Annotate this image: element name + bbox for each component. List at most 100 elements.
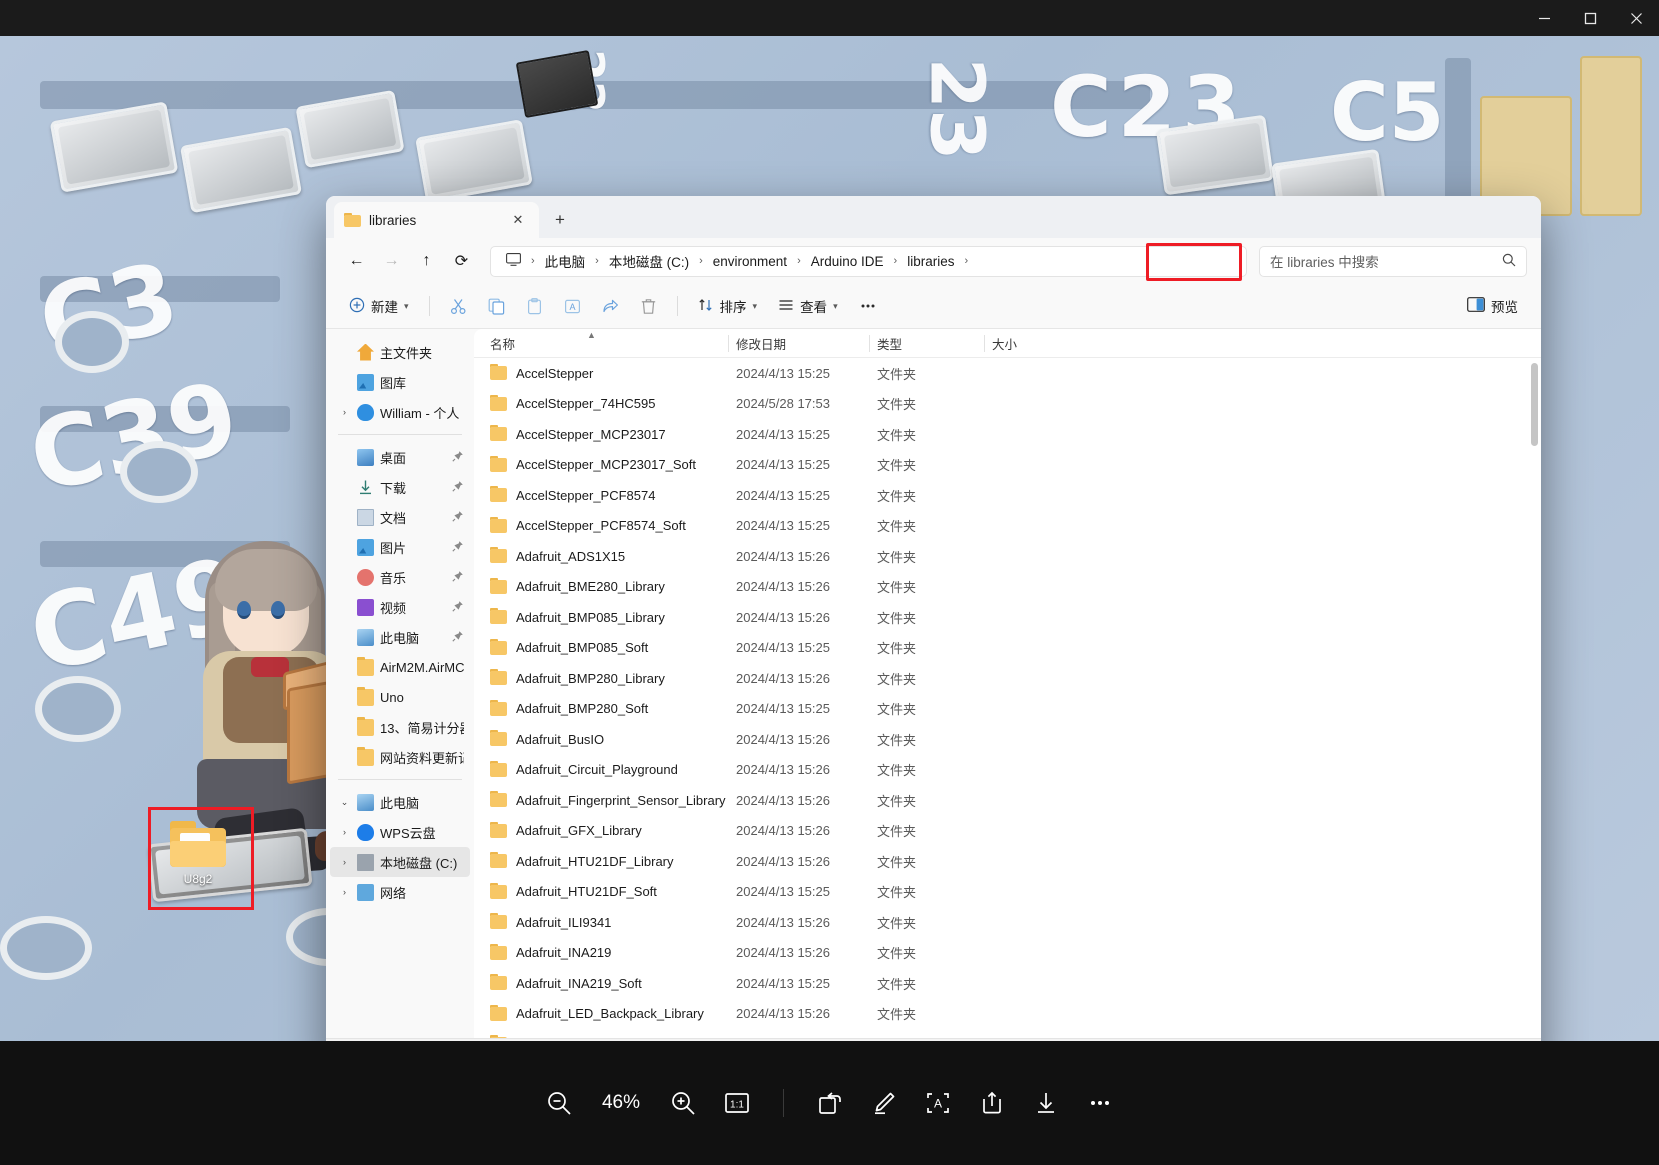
breadcrumb-item-this-pc[interactable]: 此电脑	[538, 248, 593, 274]
search-input[interactable]: 在 libraries 中搜索	[1259, 246, 1527, 277]
table-row[interactable]: Adafruit_INA219_Soft2024/4/13 15:25文件夹	[474, 968, 1541, 999]
table-row[interactable]: AccelStepper_PCF85742024/4/13 15:25文件夹	[474, 480, 1541, 511]
sidebar-item-home[interactable]: 主文件夹	[330, 337, 470, 367]
share-button[interactable]	[593, 290, 628, 322]
file-name-cell[interactable]: AccelStepper_PCF8574	[482, 488, 728, 503]
breadcrumb-item-libraries[interactable]: libraries	[900, 251, 961, 272]
file-name-cell[interactable]: Adafruit_LED_Backpack_Library	[482, 1006, 728, 1021]
image-canvas[interactable]: C23 23 C5 C3 C39 C49 22	[0, 36, 1659, 1041]
sidebar-item-drive[interactable]: ›本地磁盘 (C:)	[330, 847, 470, 877]
more-options-icon[interactable]	[1078, 1081, 1122, 1125]
minimize-button[interactable]	[1521, 0, 1567, 36]
table-row[interactable]: Adafruit_Circuit_Playground2024/4/13 15:…	[474, 755, 1541, 786]
close-button[interactable]	[1613, 0, 1659, 36]
sidebar-item-desktop[interactable]: 桌面	[330, 442, 470, 472]
table-row[interactable]: AccelStepper_PCF8574_Soft2024/4/13 15:25…	[474, 511, 1541, 542]
table-row[interactable]: AccelStepper_MCP23017_Soft2024/4/13 15:2…	[474, 450, 1541, 481]
pin-icon[interactable]	[452, 510, 464, 525]
file-name-cell[interactable]: Adafruit_BMP085_Soft	[482, 640, 728, 655]
file-list-scrollbar[interactable]	[1530, 363, 1539, 1023]
scrollbar-thumb[interactable]	[1531, 363, 1538, 446]
file-list-pane[interactable]: 名称 修改日期 类型 大小 ▲ AccelStepper2024/	[474, 329, 1541, 1038]
table-row[interactable]: Adafruit_BME280_Library2024/4/13 15:26文件…	[474, 572, 1541, 603]
sidebar-item-folder[interactable]: Uno	[330, 682, 470, 712]
table-row[interactable]: Adafruit_HTU21DF_Soft2024/4/13 15:25文件夹	[474, 877, 1541, 908]
forward-button[interactable]: →	[375, 246, 408, 277]
more-options-button[interactable]	[850, 290, 886, 322]
pin-icon[interactable]	[452, 450, 464, 465]
table-row[interactable]: AccelStepper_74HC5952024/5/28 17:53文件夹	[474, 389, 1541, 420]
table-row[interactable]: AccelStepper_MCP230172024/4/13 15:25文件夹	[474, 419, 1541, 450]
back-button[interactable]: ←	[340, 246, 373, 277]
table-row[interactable]: Adafruit_BMP280_Soft2024/4/13 15:25文件夹	[474, 694, 1541, 725]
sidebar-item-pictures[interactable]: 图片	[330, 532, 470, 562]
breadcrumb-item-local-disk[interactable]: 本地磁盘 (C:)	[602, 248, 696, 274]
search-icon[interactable]	[1502, 253, 1516, 270]
pin-icon[interactable]	[452, 540, 464, 555]
table-row[interactable]: Adafruit_ILI93412024/4/13 15:26文件夹	[474, 907, 1541, 938]
download-icon[interactable]	[1024, 1081, 1068, 1125]
file-name-cell[interactable]: Adafruit_MCP9808_Library	[482, 1037, 728, 1038]
sidebar-item-video[interactable]: 视频	[330, 592, 470, 622]
expand-chevron-icon[interactable]: ⌄	[338, 797, 351, 808]
table-row[interactable]: Adafruit_ADS1X152024/4/13 15:26文件夹	[474, 541, 1541, 572]
rotate-icon[interactable]	[808, 1081, 852, 1125]
file-name-cell[interactable]: Adafruit_Circuit_Playground	[482, 762, 728, 777]
table-row[interactable]: Adafruit_Fingerprint_Sensor_Library2024/…	[474, 785, 1541, 816]
file-name-cell[interactable]: Adafruit_HTU21DF_Library	[482, 854, 728, 869]
table-row[interactable]: Adafruit_BMP085_Soft2024/4/13 15:25文件夹	[474, 633, 1541, 664]
cut-button[interactable]	[441, 290, 476, 322]
text-recognition-icon[interactable]: A	[916, 1081, 960, 1125]
file-name-cell[interactable]: Adafruit_BME280_Library	[482, 579, 728, 594]
column-header-size[interactable]: 大小	[984, 329, 1084, 358]
file-name-cell[interactable]: AccelStepper	[482, 366, 728, 381]
file-name-cell[interactable]: Adafruit_BMP085_Library	[482, 610, 728, 625]
sidebar-item-network[interactable]: ›网络	[330, 877, 470, 907]
file-name-cell[interactable]: Adafruit_Fingerprint_Sensor_Library	[482, 793, 728, 808]
table-row[interactable]: Adafruit_HTU21DF_Library2024/4/13 15:26文…	[474, 846, 1541, 877]
table-row[interactable]: Adafruit_GFX_Library2024/4/13 15:26文件夹	[474, 816, 1541, 847]
sidebar-item-wps-cloud[interactable]: ›WPS云盘	[330, 817, 470, 847]
file-name-cell[interactable]: Adafruit_ADS1X15	[482, 549, 728, 564]
new-tab-button[interactable]: +	[545, 205, 575, 235]
table-row[interactable]: Adafruit_BMP085_Library2024/4/13 15:26文件…	[474, 602, 1541, 633]
maximize-button[interactable]	[1567, 0, 1613, 36]
pin-icon[interactable]	[452, 570, 464, 585]
table-row[interactable]: Adafruit_BMP280_Library2024/4/13 15:26文件…	[474, 663, 1541, 694]
file-name-cell[interactable]: AccelStepper_MCP23017	[482, 427, 728, 442]
refresh-button[interactable]: ⟳	[445, 246, 478, 277]
table-row[interactable]: Adafruit_MCP9808_Library2024/4/13 15:26文…	[474, 1029, 1541, 1038]
paste-button[interactable]	[517, 290, 552, 322]
sidebar-item-folder[interactable]: 网站资料更新记录	[330, 742, 470, 772]
breadcrumb-item-environment[interactable]: environment	[706, 251, 794, 272]
zoom-out-icon[interactable]	[537, 1081, 581, 1125]
column-header-date[interactable]: 修改日期	[728, 329, 869, 358]
sidebar-item-folder[interactable]: 13、简易计分器	[330, 712, 470, 742]
monitor-icon[interactable]	[499, 250, 528, 272]
table-row[interactable]: Adafruit_INA2192024/4/13 15:26文件夹	[474, 938, 1541, 969]
table-row[interactable]: Adafruit_LED_Backpack_Library2024/4/13 1…	[474, 999, 1541, 1030]
breadcrumb[interactable]: › 此电脑 › 本地磁盘 (C:) › environment › Arduin…	[490, 246, 1247, 277]
column-header-type[interactable]: 类型	[869, 329, 984, 358]
tab-libraries[interactable]: libraries ✕	[334, 202, 539, 238]
file-name-cell[interactable]: Adafruit_BMP280_Library	[482, 671, 728, 686]
expand-chevron-icon[interactable]: ›	[338, 857, 351, 867]
pin-icon[interactable]	[452, 480, 464, 495]
file-name-cell[interactable]: Adafruit_BusIO	[482, 732, 728, 747]
sidebar-item-gallery[interactable]: 图库	[330, 367, 470, 397]
sidebar-item-this-pc[interactable]: ⌄此电脑	[330, 787, 470, 817]
breadcrumb-item-arduino-ide[interactable]: Arduino IDE	[804, 251, 891, 272]
file-name-cell[interactable]: Adafruit_BMP280_Soft	[482, 701, 728, 716]
sidebar-item-documents[interactable]: 文档	[330, 502, 470, 532]
expand-chevron-icon[interactable]: ›	[338, 407, 351, 417]
delete-button[interactable]	[631, 290, 666, 322]
sidebar-item-download[interactable]: 下载	[330, 472, 470, 502]
close-tab-icon[interactable]: ✕	[507, 209, 529, 231]
preview-button[interactable]: 预览	[1458, 290, 1527, 322]
expand-chevron-icon[interactable]: ›	[338, 887, 351, 897]
view-button[interactable]: 查看 ▾	[769, 290, 847, 322]
sidebar-item-this-pc[interactable]: 此电脑	[330, 622, 470, 652]
column-header-name[interactable]: 名称	[482, 329, 728, 358]
rename-button[interactable]: A	[555, 290, 590, 322]
navigation-sidebar[interactable]: 主文件夹图库›William - 个人桌面下载文档图片音乐视频此电脑AirM2M…	[326, 329, 474, 1038]
